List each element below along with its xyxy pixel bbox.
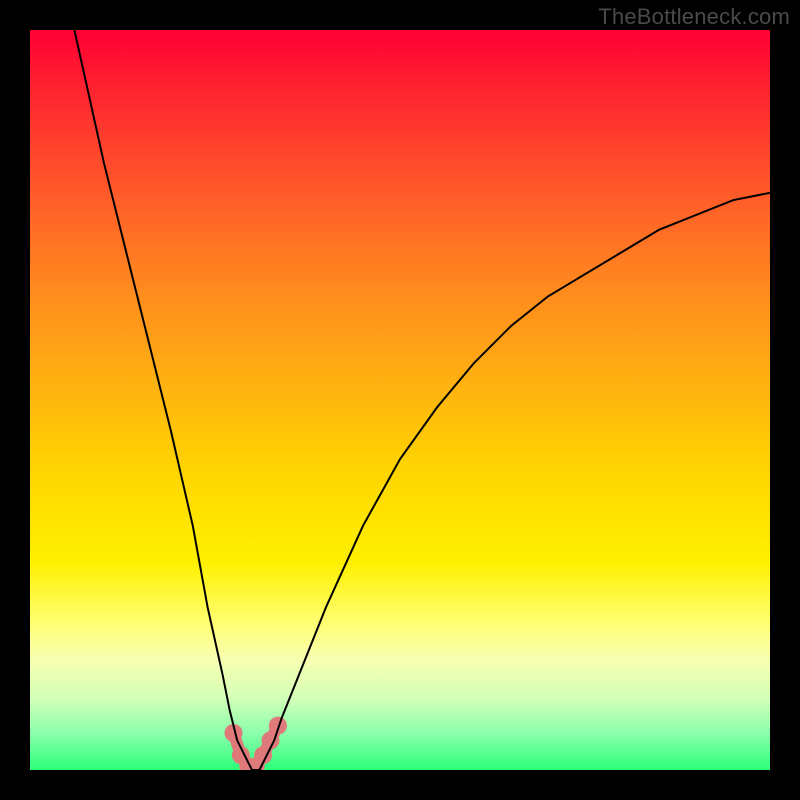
bottleneck-curve bbox=[74, 30, 770, 770]
highlight-dot bbox=[247, 757, 265, 770]
highlight-dot bbox=[225, 724, 243, 742]
highlight-dot bbox=[239, 757, 257, 770]
watermark-text: TheBottleneck.com bbox=[598, 4, 790, 30]
highlight-dot bbox=[262, 731, 280, 749]
chart-svg bbox=[30, 30, 770, 770]
highlight-dot bbox=[269, 717, 287, 735]
highlight-line bbox=[234, 726, 278, 767]
highlight-dot bbox=[254, 746, 272, 764]
plot-area bbox=[30, 30, 770, 770]
highlight-segment bbox=[225, 717, 287, 770]
highlight-dot bbox=[232, 746, 250, 764]
chart-frame: TheBottleneck.com bbox=[0, 0, 800, 800]
